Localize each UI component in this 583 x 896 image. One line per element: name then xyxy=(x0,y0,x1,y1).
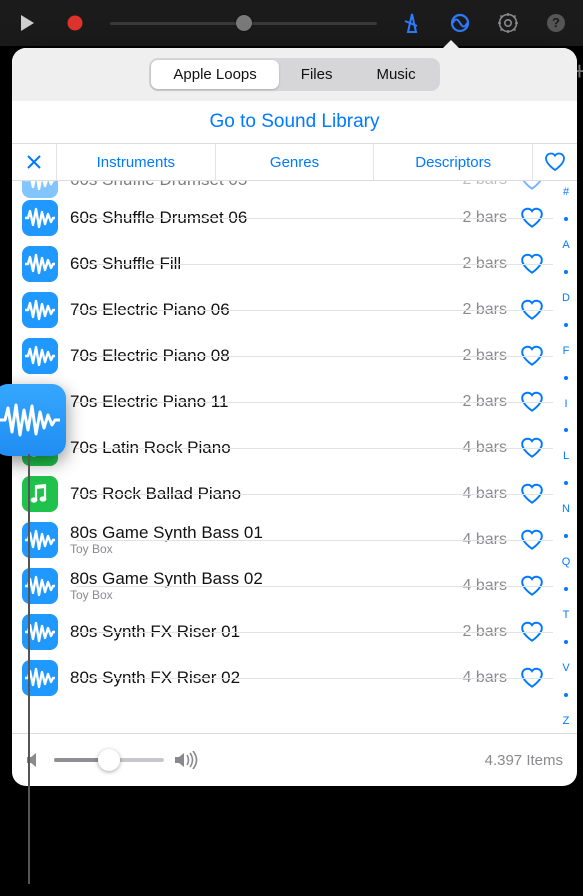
callout-line xyxy=(28,454,30,884)
loop-browser-panel: Apple Loops Files Music Go to Sound Libr… xyxy=(12,48,577,786)
favorite-toggle[interactable] xyxy=(519,181,545,193)
loop-row[interactable]: 80s Synth FX Riser 012 bars xyxy=(12,609,553,655)
loop-row[interactable]: 80s Synth FX Riser 024 bars xyxy=(12,655,553,701)
transport-toolbar: ? xyxy=(0,0,583,46)
segment-apple-loops[interactable]: Apple Loops xyxy=(151,60,278,89)
audio-loop-icon xyxy=(22,200,58,236)
index-dot xyxy=(564,481,568,485)
index-dot xyxy=(564,217,568,221)
index-letter[interactable]: D xyxy=(562,293,570,304)
browser-footer: 4.397 Items xyxy=(12,733,577,786)
index-dot xyxy=(564,640,568,644)
loop-row[interactable]: 70s Electric Piano 082 bars xyxy=(12,333,553,379)
filter-instruments[interactable]: Instruments xyxy=(57,144,216,180)
filter-descriptors[interactable]: Descriptors xyxy=(374,144,533,180)
volume-high-icon xyxy=(174,751,198,769)
index-letter[interactable]: Q xyxy=(562,557,571,568)
items-count: 4.397 Items xyxy=(485,752,563,769)
loop-length: 2 bars xyxy=(463,181,507,189)
filter-bar: Instruments Genres Descriptors xyxy=(12,144,577,181)
dragging-loop-icon[interactable] xyxy=(0,384,66,456)
loop-browser-icon[interactable] xyxy=(441,6,479,40)
loop-row[interactable]: 70s Latin Rock Piano4 bars xyxy=(12,425,553,471)
index-letter[interactable]: # xyxy=(563,187,569,198)
loop-row[interactable]: 60s Shuffle Drumset 052 bars xyxy=(12,181,553,195)
play-button[interactable] xyxy=(8,6,46,40)
index-letter[interactable]: L xyxy=(563,451,569,462)
position-slider[interactable] xyxy=(110,16,377,30)
loop-title: 60s Shuffle Drumset 05 xyxy=(70,181,463,190)
index-dot xyxy=(564,270,568,274)
filter-favorites[interactable] xyxy=(533,144,577,180)
settings-icon[interactable] xyxy=(489,6,527,40)
go-to-sound-library[interactable]: Go to Sound Library xyxy=(12,101,577,144)
loop-row[interactable]: 60s Shuffle Fill2 bars xyxy=(12,241,553,287)
segment-files[interactable]: Files xyxy=(279,60,355,89)
preview-volume-slider[interactable] xyxy=(54,758,164,762)
record-button[interactable] xyxy=(56,6,94,40)
loop-row[interactable]: 70s Electric Piano 112 bars xyxy=(12,379,553,425)
loop-row[interactable]: 80s Game Synth Bass 01Toy Box4 bars xyxy=(12,517,553,563)
segment-music[interactable]: Music xyxy=(354,60,437,89)
source-segmented: Apple Loops Files Music xyxy=(12,48,577,101)
index-dot xyxy=(564,534,568,538)
index-letter[interactable]: F xyxy=(563,346,570,357)
loop-subtitle: Toy Box xyxy=(70,589,463,603)
loop-row[interactable]: 70s Electric Piano 062 bars xyxy=(12,287,553,333)
clear-filters-button[interactable] xyxy=(12,144,57,180)
index-dot xyxy=(564,376,568,380)
help-icon[interactable]: ? xyxy=(537,6,575,40)
metronome-icon[interactable] xyxy=(393,6,431,40)
loop-row[interactable]: 80s Game Synth Bass 02Toy Box4 bars xyxy=(12,563,553,609)
index-letter[interactable]: I xyxy=(564,399,567,410)
alpha-index[interactable]: # A D F I L N Q T V Z xyxy=(555,183,577,731)
loop-list: 60s Shuffle Drumset 052 bars60s Shuffle … xyxy=(12,181,577,733)
index-dot xyxy=(564,428,568,432)
filter-genres[interactable]: Genres xyxy=(216,144,375,180)
go-to-sound-library-link[interactable]: Go to Sound Library xyxy=(209,111,379,132)
index-letter[interactable]: A xyxy=(562,240,569,251)
loop-subtitle: Toy Box xyxy=(70,543,463,557)
index-letter[interactable]: N xyxy=(562,504,570,515)
audio-loop-icon xyxy=(22,338,58,374)
loop-row[interactable]: 60s Shuffle Drumset 062 bars xyxy=(12,195,553,241)
audio-loop-icon xyxy=(22,246,58,282)
loop-row[interactable]: 70s Rock Ballad Piano4 bars xyxy=(12,471,553,517)
audio-loop-icon xyxy=(22,292,58,328)
index-dot xyxy=(564,587,568,591)
index-dot xyxy=(564,693,568,697)
index-letter[interactable]: V xyxy=(562,663,569,674)
index-letter[interactable]: T xyxy=(563,610,570,621)
index-letter[interactable]: Z xyxy=(563,716,570,727)
svg-text:?: ? xyxy=(552,15,560,30)
index-dot xyxy=(564,323,568,327)
